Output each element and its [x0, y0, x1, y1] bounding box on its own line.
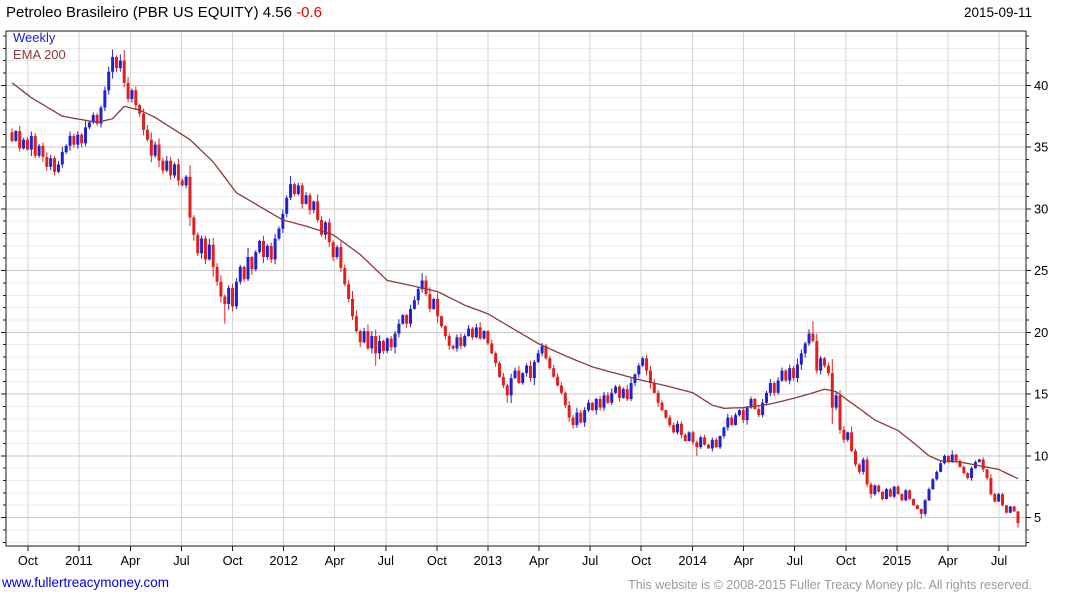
y-axis-label: 40	[1034, 78, 1048, 93]
chart-date: 2015-09-11	[963, 5, 1032, 20]
y-axis-label: 5	[1034, 510, 1041, 525]
legend-weekly: Weekly	[13, 30, 56, 45]
x-axis-label: Apr	[938, 553, 959, 568]
copyright-text: This website is © 2008-2015 Fuller Treac…	[628, 578, 1032, 592]
x-axis-label: 2011	[65, 553, 93, 568]
x-axis-label: Oct	[18, 553, 38, 568]
x-axis-label: Oct	[223, 553, 243, 568]
x-axis-label: 2015	[883, 553, 911, 568]
y-axis-label: 20	[1034, 325, 1048, 340]
x-axis-label: Apr	[120, 553, 141, 568]
legend-ema-200: EMA 200	[13, 47, 66, 62]
price-change: -0.6	[296, 4, 322, 21]
y-axis-label: 30	[1034, 201, 1048, 216]
chart-title: Petroleo Brasileiro (PBR US EQUITY) 4.56…	[6, 4, 322, 21]
y-axis: 5 10 15 20 25 30 35 40	[1, 35, 1048, 543]
y-axis-label: 35	[1034, 140, 1048, 155]
y-axis-label: 15	[1034, 387, 1048, 402]
y-axis-label: 25	[1034, 263, 1048, 278]
x-axis-label: Jul	[173, 553, 189, 568]
x-axis-label: Jul	[378, 553, 394, 568]
grid-minor-horizontal	[6, 35, 1026, 543]
grid-vertical	[27, 31, 1000, 546]
x-axis-label: Jul	[787, 553, 803, 568]
price-chart: 5 10 15 20 25 30 35 40 Oct 2011 Apr Jul Oct 2012 Apr Ju…	[1, 30, 1048, 568]
x-axis-label: 2012	[269, 553, 297, 568]
x-axis-label: Oct	[631, 553, 651, 568]
y-axis-label: 10	[1034, 448, 1048, 463]
x-axis-label: 2013	[474, 553, 502, 568]
x-axis-label: Oct	[836, 553, 856, 568]
x-axis-label: Apr	[529, 553, 550, 568]
chart-legend: Weekly EMA 200	[13, 29, 66, 63]
chart-title-text: Petroleo Brasileiro (PBR US EQUITY) 4.56	[6, 4, 297, 21]
chart-page: 5 10 15 20 25 30 35 40 Oct 2011 Apr Jul Oct 2012 Apr Ju…	[0, 0, 1075, 600]
x-axis-label: Jul	[991, 553, 1007, 568]
ema-200-line	[11, 82, 1019, 480]
plot-border	[5, 30, 1027, 547]
x-axis-label: Apr	[325, 553, 346, 568]
x-axis-label: 2014	[678, 553, 706, 568]
x-axis-label: Jul	[582, 553, 598, 568]
x-axis-label: Oct	[427, 553, 447, 568]
site-link[interactable]: www.fullertreacymoney.com	[2, 575, 169, 590]
x-axis-label: Apr	[734, 553, 755, 568]
x-axis: Oct 2011 Apr Jul Oct 2012 Apr Jul Oct 2013 Apr Jul O…	[18, 546, 1007, 568]
